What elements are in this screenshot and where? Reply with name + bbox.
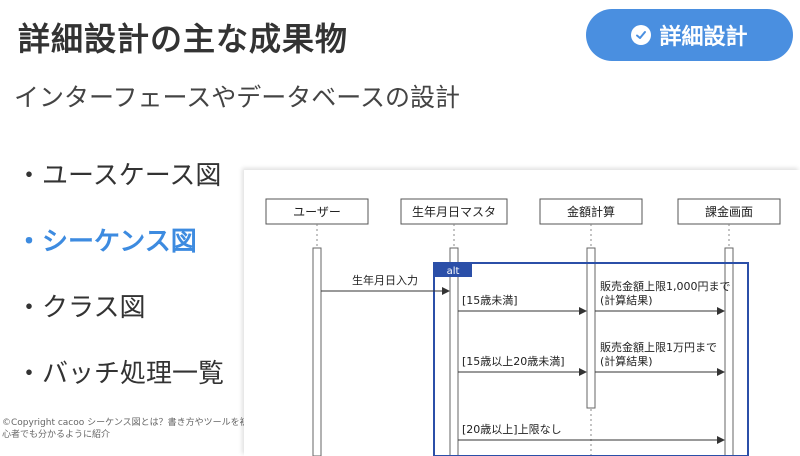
- check-circle-icon: [631, 25, 652, 45]
- bullet-dot: ・: [16, 358, 43, 389]
- bullet-dot: ・: [16, 292, 43, 323]
- slide-title: 詳細設計の主な成果物: [18, 20, 349, 58]
- bullet-item-batch: ・ バッチ処理一覧: [16, 338, 224, 404]
- message-label: [20歳以上]上限なし: [462, 423, 562, 436]
- message-label: 販売金額上限1万円まで: [600, 340, 717, 354]
- badge-label: 詳細設計: [659, 25, 748, 50]
- bullet-label: ユースケース図: [42, 160, 222, 191]
- lifelines: [316, 224, 730, 456]
- bullet-item-sequence: ・ シーケンス図: [16, 206, 224, 272]
- sequence-diagram-svg: ユーザー 生年月日マスタ 金額計算 課金画面 alt 生年月日入力 [15歳未満…: [265, 198, 781, 456]
- actor-label: 金額計算: [567, 204, 615, 219]
- slide-subtitle: インターフェースやデータベースの設計: [14, 83, 461, 112]
- section-badge: 詳細設計: [586, 9, 793, 61]
- actor-billing-screen: 課金画面: [677, 198, 781, 225]
- bullet-item-class: ・ クラス図: [16, 272, 224, 338]
- actor-user: ユーザー: [265, 198, 369, 225]
- actor-label: ユーザー: [293, 205, 341, 219]
- bullet-item-usecase: ・ ユースケース図: [16, 140, 224, 206]
- actor-label: 課金画面: [705, 204, 753, 219]
- actor-amount-calc: 金額計算: [539, 198, 643, 225]
- copyright-note: ©Copyright cacoo シーケンス図とは？書き方やツールを初心者でも分…: [2, 418, 249, 440]
- actor-birthdate-master: 生年月日マスタ: [400, 198, 508, 225]
- bullet-label: バッチ処理一覧: [42, 358, 225, 389]
- bullet-list: ・ ユースケース図 ・ シーケンス図 ・ クラス図 ・ バッチ処理一覧: [16, 140, 224, 404]
- bullet-label: クラス図: [42, 292, 146, 323]
- message-label: [15歳以上20歳未満]: [462, 355, 565, 368]
- message-label: [15歳未満]: [462, 294, 518, 307]
- bullet-dot: ・: [16, 226, 43, 257]
- sequence-diagram: ユーザー 生年月日マスタ 金額計算 課金画面 alt 生年月日入力 [15歳未満…: [244, 170, 800, 456]
- message-label: 販売金額上限1,000円まで: [600, 279, 731, 293]
- message-label: (計算結果): [600, 293, 653, 307]
- alt-frame-label: alt: [447, 266, 460, 277]
- actor-label: 生年月日マスタ: [412, 205, 496, 219]
- message-label: (計算結果): [600, 354, 653, 368]
- bullet-dot: ・: [16, 160, 43, 191]
- message-label: 生年月日入力: [352, 273, 418, 287]
- bullet-label: シーケンス図: [42, 226, 197, 257]
